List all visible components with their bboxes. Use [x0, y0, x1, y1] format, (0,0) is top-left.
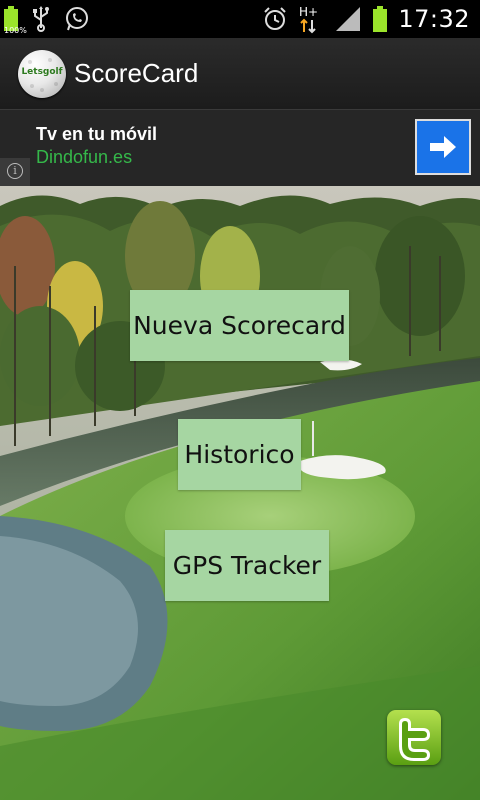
gps-tracker-button[interactable]: GPS Tracker [165, 530, 329, 601]
ad-url[interactable]: Dindofun.es [36, 147, 132, 168]
twitter-icon [399, 718, 430, 761]
history-button[interactable]: Historico [178, 419, 301, 490]
notification-icons: 100% [4, 4, 90, 35]
usb-icon [33, 6, 49, 32]
signal-strength-icon [336, 7, 361, 31]
ad-open-button[interactable] [415, 119, 471, 175]
twitter-button[interactable] [387, 710, 441, 765]
info-icon: i [7, 163, 23, 179]
new-scorecard-button[interactable]: Nueva Scorecard [130, 290, 349, 361]
clock-time: 17:32 [398, 5, 470, 33]
whatsapp-icon [66, 7, 88, 31]
app-title: ScoreCard [74, 58, 199, 88]
status-bar: 100% H+ 17:32 [0, 0, 480, 38]
ad-info-button[interactable]: i [0, 158, 30, 186]
logo-text: Letsgolf [21, 67, 63, 77]
action-bar: Letsgolf ScoreCard [0, 38, 480, 110]
system-icons: H+ 17:32 [262, 2, 470, 36]
golf-course-background [0, 186, 480, 800]
battery-icon [373, 6, 388, 32]
ad-banner[interactable]: Tv en tu móvil Dindofun.es i [0, 110, 480, 186]
battery-full-icon: 100% [4, 6, 27, 35]
ad-title[interactable]: Tv en tu móvil [36, 124, 157, 145]
app-logo-golf-ball: Letsgolf [18, 50, 66, 98]
network-hplus-icon: H+ [299, 5, 318, 34]
battery-percent: 100% [4, 26, 27, 35]
arrow-right-icon [430, 136, 456, 158]
background-image [0, 186, 480, 800]
alarm-clock-icon [264, 7, 287, 30]
svg-text:H+: H+ [299, 5, 318, 19]
